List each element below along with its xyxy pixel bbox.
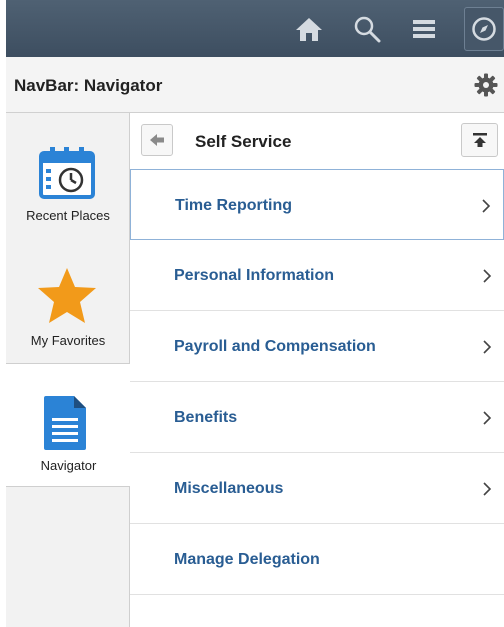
- star-icon: [38, 268, 96, 323]
- list-item-benefits[interactable]: Benefits: [130, 382, 504, 453]
- tab-label: My Favorites: [30, 333, 106, 348]
- chevron-right-icon: [483, 340, 492, 354]
- list-item-personal-information[interactable]: Personal Information: [130, 240, 504, 311]
- panel-title: Self Service: [195, 132, 292, 151]
- menu-icon[interactable]: [408, 13, 440, 45]
- chevron-right-icon: [483, 411, 492, 425]
- navbar-tabs: Recent Places My Favorites Navigator: [6, 113, 131, 627]
- chevron-right-icon: [483, 482, 492, 496]
- list-item-miscellaneous[interactable]: Miscellaneous: [130, 453, 504, 524]
- document-icon: [44, 396, 86, 450]
- tab-label: Recent Places: [26, 208, 110, 223]
- list-item-label: Time Reporting: [175, 197, 293, 214]
- list-item-label: Miscellaneous: [174, 480, 284, 497]
- gear-icon[interactable]: [474, 73, 498, 102]
- tab-my-favorites[interactable]: My Favorites: [6, 238, 130, 363]
- list-item-label: Personal Information: [174, 267, 335, 284]
- list-item-payroll-and-compensation[interactable]: Payroll and Compensation: [130, 311, 504, 382]
- search-icon[interactable]: [351, 13, 383, 45]
- panel-header: Self Service: [130, 113, 504, 169]
- tab-navigator[interactable]: Navigator: [6, 363, 131, 487]
- back-arrow-icon: [150, 134, 164, 146]
- list-item-label: Payroll and Compensation: [174, 338, 376, 355]
- scroll-top-icon: [472, 133, 487, 147]
- chevron-right-icon: [483, 269, 492, 283]
- tab-recent-places[interactable]: Recent Places: [6, 113, 130, 238]
- chevron-right-icon: [482, 199, 491, 213]
- list-item-label: Manage Delegation: [174, 551, 320, 568]
- page-title: NavBar: Navigator: [14, 76, 163, 95]
- navigator-compass-icon[interactable]: [464, 7, 504, 51]
- top-navbar: [6, 0, 504, 57]
- scroll-top-button[interactable]: [461, 123, 498, 157]
- list-item-manage-delegation[interactable]: Manage Delegation: [130, 524, 504, 595]
- navbar-header: NavBar: Navigator: [6, 57, 504, 113]
- calendar-clock-icon: [39, 147, 95, 199]
- list-item-time-reporting[interactable]: Time Reporting: [130, 169, 504, 240]
- tab-label: Navigator: [40, 458, 97, 473]
- list-item-label: Benefits: [174, 409, 238, 426]
- home-icon[interactable]: [293, 13, 325, 45]
- back-button[interactable]: [141, 124, 173, 156]
- navigator-list: Time Reporting Personal Information Payr…: [130, 169, 504, 595]
